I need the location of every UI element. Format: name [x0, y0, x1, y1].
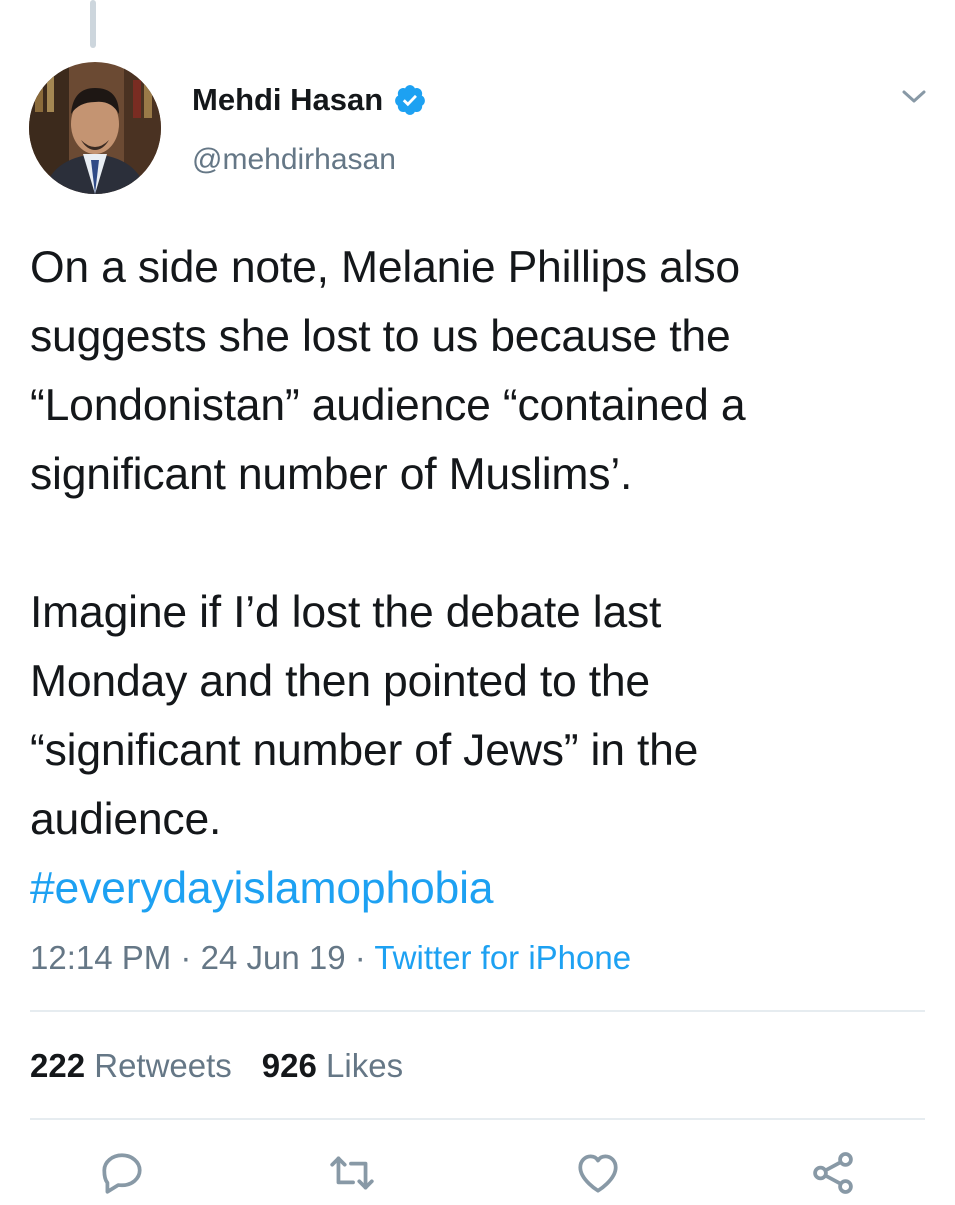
- divider: [30, 1118, 925, 1120]
- retweets-count: 222: [30, 1047, 86, 1084]
- chevron-down-icon[interactable]: [896, 86, 932, 110]
- verified-badge-icon: [393, 83, 427, 117]
- share-button[interactable]: [803, 1145, 863, 1205]
- like-button[interactable]: [568, 1145, 628, 1205]
- retweet-button[interactable]: [322, 1145, 382, 1205]
- likes-label: Likes: [326, 1047, 404, 1084]
- meta-separator: ·: [354, 939, 366, 976]
- tweet-stats: 222 Retweets 926 Likes: [30, 1043, 403, 1089]
- share-icon: [808, 1148, 858, 1203]
- author-name[interactable]: Mehdi Hasan: [192, 78, 383, 122]
- retweets-stat[interactable]: 222 Retweets: [30, 1047, 232, 1084]
- retweet-icon: [326, 1148, 378, 1203]
- author-name-row[interactable]: Mehdi Hasan: [192, 78, 427, 122]
- tweet-meta: 12:14 PM · 24 Jun 19 · Twitter for iPhon…: [30, 935, 631, 981]
- tweet-time: 12:14 PM: [30, 939, 172, 976]
- meta-separator: ·: [180, 939, 192, 976]
- thread-connector-line: [90, 0, 96, 48]
- tweet-date[interactable]: 24 Jun 19: [201, 939, 346, 976]
- likes-stat[interactable]: 926 Likes: [262, 1047, 403, 1084]
- reply-button[interactable]: [92, 1145, 152, 1205]
- avatar[interactable]: [29, 62, 161, 194]
- hashtag-link[interactable]: #everydayislamophobia: [30, 854, 930, 923]
- tweet-text: On a side note, Melanie Phillips also su…: [30, 233, 930, 923]
- divider: [30, 1010, 925, 1012]
- tweet-paragraph-2: Imagine if I’d lost the debate last Mond…: [30, 588, 699, 844]
- retweets-label: Retweets: [94, 1047, 232, 1084]
- heart-icon: [573, 1148, 623, 1203]
- reply-icon: [97, 1148, 147, 1203]
- author-handle[interactable]: @mehdirhasan: [192, 138, 396, 182]
- likes-count: 926: [261, 1047, 317, 1084]
- tweet-source-link[interactable]: Twitter for iPhone: [374, 939, 631, 976]
- tweet-paragraph-1: On a side note, Melanie Phillips also su…: [30, 243, 746, 499]
- tweet-action-bar: [0, 1145, 955, 1205]
